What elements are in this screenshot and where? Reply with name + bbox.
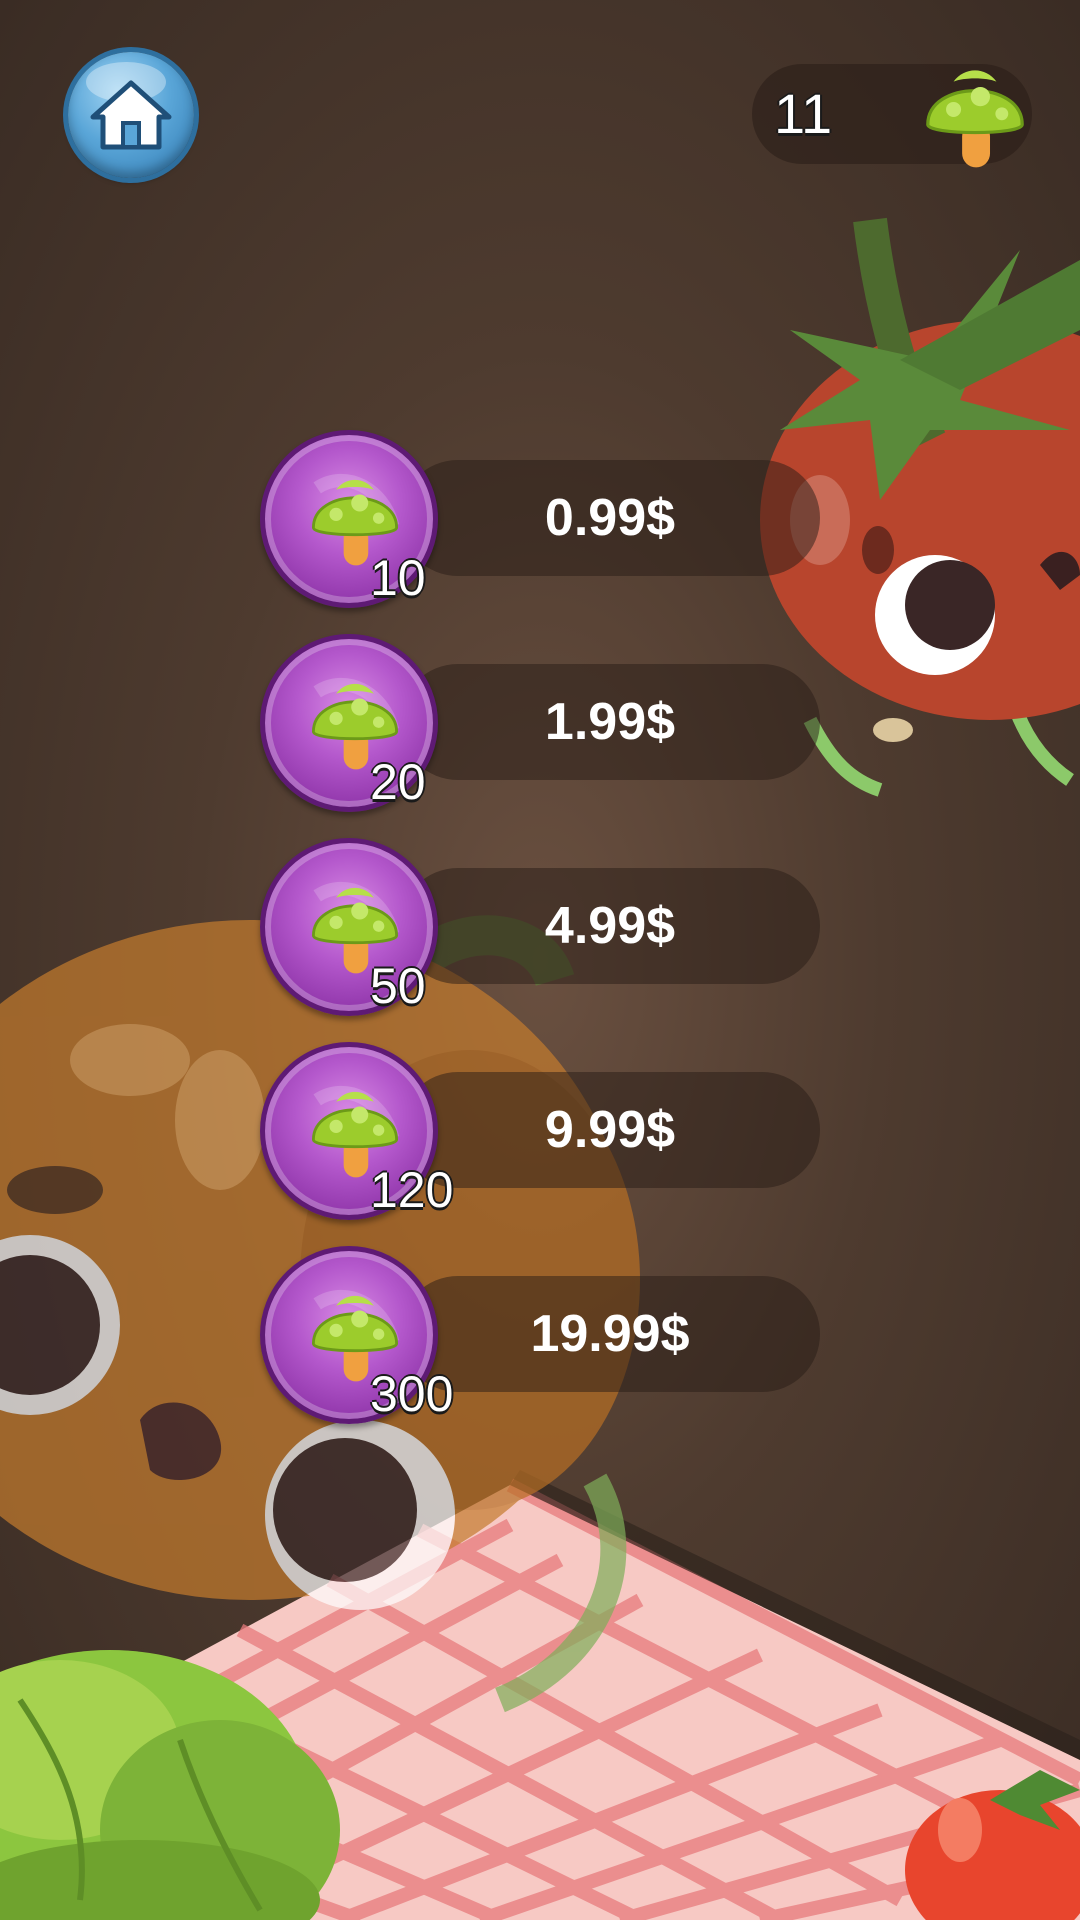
mushroom-icon [926, 70, 1024, 168]
currency-counter: 11 [752, 64, 1032, 168]
price-label: 1.99$ [544, 693, 676, 751]
shop-item-300[interactable]: 19.99$ 300 [260, 1246, 820, 1431]
price-label: 4.99$ [544, 897, 676, 955]
home-button[interactable] [68, 52, 194, 178]
shop-item-20[interactable]: 1.99$ 20 [260, 634, 820, 819]
pack-amount: 20 [370, 754, 426, 810]
pack-amount: 120 [370, 1162, 454, 1218]
shop-item-10[interactable]: 0.99$ 10 [260, 430, 820, 615]
pack-amount: 50 [370, 958, 426, 1014]
pack-amount: 300 [370, 1366, 454, 1422]
price-label: 9.99$ [544, 1101, 676, 1159]
currency-value: 11 [774, 82, 833, 145]
price-label: 19.99$ [530, 1305, 690, 1363]
shop-item-120[interactable]: 9.99$ 120 [260, 1042, 820, 1227]
home-icon [90, 80, 172, 150]
price-label: 0.99$ [544, 489, 676, 547]
shop-item-50[interactable]: 4.99$ 50 [260, 838, 820, 1023]
pack-amount: 10 [370, 550, 426, 606]
